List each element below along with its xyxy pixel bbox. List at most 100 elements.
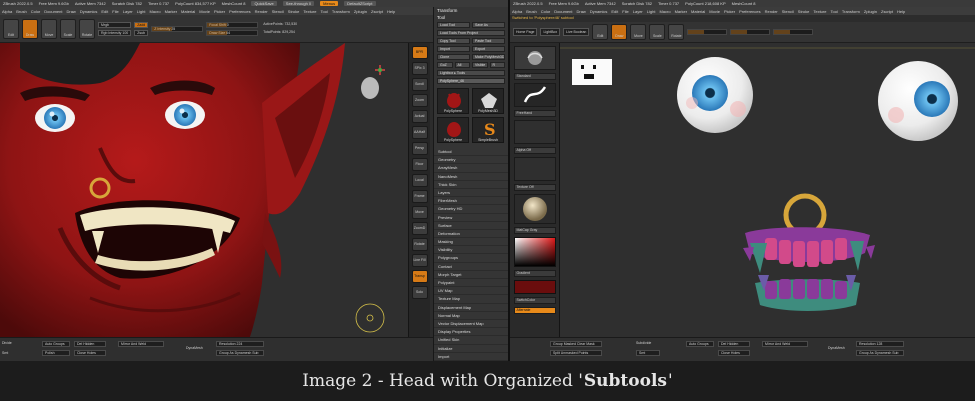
- viewport-tool-button[interactable]: Scroll: [411, 78, 428, 91]
- menu-item[interactable]: Picker: [214, 9, 225, 14]
- z-intensity-slider[interactable]: Z Intensity 25: [151, 25, 204, 32]
- tool-section-displacement-map[interactable]: Displacement Map: [434, 304, 508, 312]
- tool-section-contact[interactable]: Contact: [434, 263, 508, 271]
- color-picker[interactable]: [513, 237, 556, 267]
- menu-item[interactable]: Draw: [66, 9, 75, 14]
- split-unmasked-button[interactable]: Split Unmasked Points: [550, 350, 602, 356]
- tool-section-fibermesh[interactable]: FiberMesh: [434, 197, 508, 206]
- viewport-tool-button[interactable]: SPix 3: [411, 62, 428, 75]
- menu-item[interactable]: Movie: [199, 9, 210, 14]
- tool-action-button[interactable]: GoZ: [437, 62, 453, 68]
- menu-item[interactable]: Render: [765, 9, 778, 14]
- tool-action-button[interactable]: Copy Tool: [437, 38, 470, 44]
- tool-action-button[interactable]: Export: [472, 46, 505, 52]
- right-canvas[interactable]: [560, 43, 975, 337]
- menu-item[interactable]: Help: [897, 9, 905, 14]
- auto-groups-button[interactable]: Auto Groups: [686, 341, 714, 347]
- menu-item[interactable]: Edit: [611, 9, 618, 14]
- auto-groups-button[interactable]: Auto Groups: [42, 341, 70, 347]
- draw-button[interactable]: Draw: [22, 18, 38, 39]
- menu-item[interactable]: Document: [44, 9, 62, 14]
- tool-section-preview[interactable]: Preview: [434, 214, 508, 222]
- tool-section-polygroups[interactable]: Polygroups: [434, 254, 508, 263]
- menu-item[interactable]: File: [622, 9, 628, 14]
- tool-section-polypaint[interactable]: Polypaint: [434, 279, 508, 288]
- menu-item[interactable]: Draw: [576, 9, 585, 14]
- menu-item[interactable]: Zplugin: [864, 9, 877, 14]
- tool-section-vector-displacement-map[interactable]: Vector Displacement Map: [434, 320, 508, 329]
- viewport-tool-button[interactable]: Transp: [411, 270, 428, 283]
- menu-item[interactable]: Brush: [16, 9, 26, 14]
- tool-section-arraymesh[interactable]: ArrayMesh: [434, 164, 508, 173]
- tool-action-button[interactable]: Load Tool: [437, 22, 470, 28]
- tool-action-button[interactable]: Load Tools From Project: [437, 30, 505, 36]
- viewport-tool-button[interactable]: Actual: [411, 110, 428, 123]
- tool-section-surface[interactable]: Surface: [434, 222, 508, 230]
- transform-header[interactable]: Transform: [434, 7, 508, 14]
- matcap-thumbnail[interactable]: [513, 194, 556, 224]
- tool-section-geometry-hd[interactable]: Geometry HD: [434, 205, 508, 214]
- edit-button[interactable]: Edit: [3, 18, 19, 39]
- viewport-tool-button[interactable]: Frame: [411, 190, 428, 203]
- tool-section-initialize[interactable]: Initialize: [434, 345, 508, 353]
- tool-section-visibility[interactable]: Visibility: [434, 246, 508, 255]
- draw-size-slider[interactable]: [773, 29, 814, 35]
- tool-action-button[interactable]: Clone: [437, 54, 470, 60]
- titlebar-button[interactable]: QuickSave: [251, 1, 277, 6]
- resolution-slider[interactable]: Resolution 224: [216, 341, 264, 347]
- tool-section-unified-skin[interactable]: Unified Skin: [434, 336, 508, 345]
- viewport-tool-button[interactable]: ZoomD: [411, 222, 428, 235]
- tool-action-button[interactable]: R: [489, 62, 505, 68]
- tool-action-button[interactable]: Paste Tool: [472, 38, 505, 44]
- viewport-tool-button[interactable]: Floor: [411, 158, 428, 171]
- zadd-toggle[interactable]: Zadd: [134, 21, 149, 28]
- menu-item[interactable]: Texture: [813, 9, 826, 14]
- brush-thumbnail[interactable]: [513, 46, 556, 70]
- menu-item[interactable]: Marker: [675, 9, 687, 14]
- scale-button[interactable]: Scale: [60, 18, 76, 39]
- viewport-tool-button[interactable]: Solo: [411, 286, 428, 299]
- viewport-tool-button[interactable]: Line Fill: [411, 254, 428, 267]
- focal-shift-slider[interactable]: Focal Shift 0: [206, 21, 259, 28]
- tool-action-button[interactable]: All: [454, 62, 470, 68]
- tool-action-button[interactable]: Make PolyMesh3D: [472, 54, 505, 60]
- menu-item[interactable]: Tool: [320, 9, 327, 14]
- menu-item[interactable]: Color: [541, 9, 551, 14]
- menu-item[interactable]: Macro: [659, 9, 670, 14]
- move-button[interactable]: Move: [41, 18, 57, 39]
- tool-section-subtool[interactable]: Subtool: [434, 148, 508, 157]
- smt-button[interactable]: Smt: [636, 350, 660, 356]
- move-button[interactable]: Move: [630, 24, 647, 40]
- tool-section-nanomesh[interactable]: NanoMesh: [434, 173, 508, 181]
- tool-section-thick-skin[interactable]: Thick Skin: [434, 181, 508, 189]
- titlebar-button[interactable]: See-through 0: [282, 1, 315, 6]
- menu-item[interactable]: Document: [554, 9, 572, 14]
- lightbox-button[interactable]: LightBox: [540, 28, 561, 36]
- menu-item[interactable]: Alpha: [2, 9, 12, 14]
- viewport-tool-button[interactable]: Persp: [411, 142, 428, 155]
- current-tool-slider[interactable]: PolySphere_46: [437, 78, 505, 84]
- z-intensity-slider[interactable]: [730, 29, 771, 35]
- tool-action-button[interactable]: Visible: [472, 62, 488, 68]
- rgb-intensity-slider[interactable]: [687, 29, 728, 35]
- tool-section-texture-map[interactable]: Texture Map: [434, 295, 508, 304]
- menu-item[interactable]: Transform: [842, 9, 860, 14]
- viewport-tool-button[interactable]: Local: [411, 174, 428, 187]
- tool-section-display-properties[interactable]: Display Properties: [434, 328, 508, 337]
- tool-section-morph-target[interactable]: Morph Target: [434, 271, 508, 279]
- menu-item[interactable]: Brush: [526, 9, 536, 14]
- lightbox-tools-button[interactable]: Lightbox ▸ Tools: [437, 70, 505, 76]
- menu-item[interactable]: Edit: [101, 9, 108, 14]
- menu-item[interactable]: Zscript: [881, 9, 893, 14]
- menu-item[interactable]: Marker: [165, 9, 177, 14]
- tool-thumb-polymesh3d[interactable]: PolyMesh3D: [472, 88, 504, 114]
- menu-item[interactable]: Macro: [149, 9, 160, 14]
- menu-item[interactable]: Light: [137, 9, 146, 14]
- tool-section-import[interactable]: Import: [434, 353, 508, 361]
- menu-item[interactable]: Zplugin: [354, 9, 367, 14]
- del-hidden-button[interactable]: Del Hidden: [74, 341, 106, 347]
- menu-item[interactable]: Material: [181, 9, 195, 14]
- menu-item[interactable]: Movie: [709, 9, 720, 14]
- menu-item[interactable]: Picker: [724, 9, 735, 14]
- viewport-tool-button[interactable]: Zoom: [411, 94, 428, 107]
